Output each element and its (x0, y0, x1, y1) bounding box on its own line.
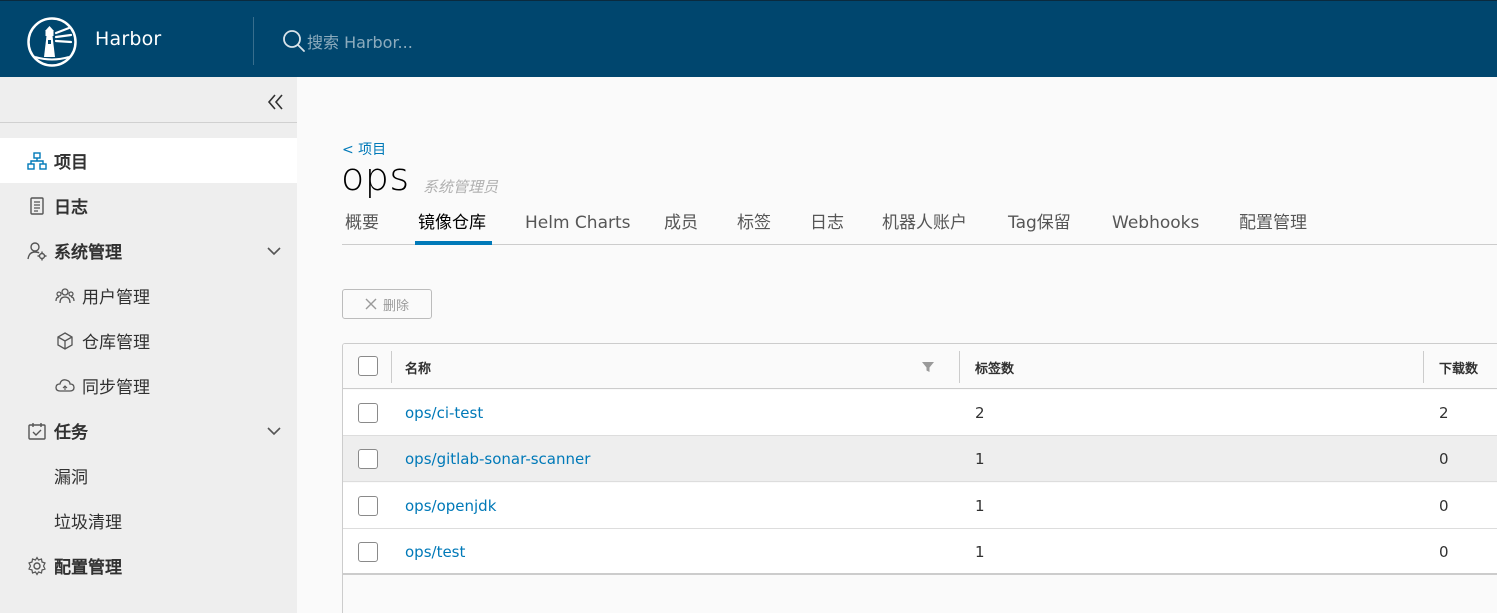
row-checkbox[interactable] (358, 403, 378, 423)
table-row[interactable]: ops/gitlab-sonar-scanner 1 0 (343, 436, 1497, 482)
top-header: Harbor (0, 0, 1497, 77)
tab-logs[interactable]: 日志 (810, 207, 844, 245)
repository-table: 名称 标签数 下载数 ops/ci-test 2 2 ops/gitlab-so… (342, 343, 1497, 613)
search-icon (283, 30, 305, 52)
project-role: 系统管理员 (423, 178, 499, 196)
sidebar-item-config[interactable]: 配置管理 (0, 543, 297, 588)
repository-name-link[interactable]: ops/test (405, 543, 465, 561)
close-icon (365, 298, 377, 310)
pull-count: 2 (1439, 404, 1449, 422)
users-icon (55, 286, 75, 306)
sidebar-item-admin[interactable]: 系统管理 (0, 228, 297, 273)
column-separator (959, 351, 960, 383)
logs-icon (27, 196, 47, 216)
sidebar-item-label: 任务 (54, 423, 88, 443)
sidebar-item-projects[interactable]: 项目 (0, 138, 297, 183)
sidebar-item-users[interactable]: 用户管理 (0, 273, 297, 318)
sidebar-divider (0, 122, 297, 123)
tag-count: 2 (975, 404, 985, 422)
sidebar-item-label: 仓库管理 (82, 333, 150, 353)
row-checkbox[interactable] (358, 496, 378, 516)
tab-helm-charts[interactable]: Helm Charts (525, 207, 631, 245)
admin-icon (27, 241, 47, 261)
app-brand[interactable]: Harbor (95, 28, 161, 50)
tab-summary[interactable]: 概要 (345, 207, 379, 245)
tab-repositories[interactable]: 镜像仓库 (418, 207, 486, 245)
sidebar-item-label: 项目 (54, 153, 88, 173)
column-separator (391, 351, 392, 383)
tasks-icon (27, 421, 47, 441)
replication-icon (55, 376, 75, 396)
sidebar-item-replications[interactable]: 同步管理 (0, 363, 297, 408)
tab-tag-retention[interactable]: Tag保留 (1008, 207, 1071, 245)
sidebar-item-tasks[interactable]: 任务 (0, 408, 297, 453)
delete-label: 删除 (382, 298, 409, 314)
active-tab-indicator (415, 241, 492, 245)
table-header: 名称 标签数 下载数 (343, 344, 1497, 389)
repository-name-link[interactable]: ops/ci-test (405, 404, 483, 422)
tab-members[interactable]: 成员 (664, 207, 698, 245)
sidebar-item-label: 系统管理 (54, 243, 122, 263)
column-header-tags[interactable]: 标签数 (975, 358, 1014, 377)
registry-icon (55, 331, 75, 351)
chevron-down-icon[interactable] (264, 421, 284, 441)
column-header-name[interactable]: 名称 (405, 358, 431, 377)
filter-icon[interactable] (921, 360, 935, 374)
sidebar-item-label: 配置管理 (54, 558, 122, 578)
tab-webhooks[interactable]: Webhooks (1112, 207, 1199, 245)
header-divider (253, 17, 254, 65)
collapse-sidebar-icon[interactable] (262, 89, 288, 115)
search-input[interactable] (307, 29, 707, 55)
sidebar-item-label: 日志 (54, 198, 88, 218)
tab-labels[interactable]: 标签 (737, 207, 771, 245)
project-tabs: 概要 镜像仓库 Helm Charts 成员 标签 日志 机器人账户 Tag保留… (342, 207, 1497, 245)
column-separator (1423, 351, 1424, 383)
sidebar-item-label: 用户管理 (82, 288, 150, 308)
sidebar-item-logs[interactable]: 日志 (0, 183, 297, 228)
delete-button[interactable]: 删除 (342, 289, 432, 319)
sidebar-item-vulnerability[interactable]: 漏洞 (0, 453, 297, 498)
sidebar-item-gc[interactable]: 垃圾清理 (0, 498, 297, 543)
row-checkbox[interactable] (358, 449, 378, 469)
gear-icon (27, 555, 47, 576)
sidebar-item-registries[interactable]: 仓库管理 (0, 318, 297, 363)
repository-name-link[interactable]: ops/openjdk (405, 497, 496, 515)
table-row[interactable]: ops/ci-test 2 2 (343, 390, 1497, 436)
tag-count: 1 (975, 450, 985, 468)
tab-robot-accounts[interactable]: 机器人账户 (882, 207, 967, 245)
chevron-down-icon[interactable] (264, 241, 284, 261)
table-row[interactable]: ops/openjdk 1 0 (343, 483, 1497, 529)
select-all-checkbox[interactable] (358, 356, 378, 376)
sidebar-item-label: 同步管理 (82, 378, 150, 398)
pull-count: 0 (1439, 543, 1449, 561)
row-checkbox[interactable] (358, 542, 378, 562)
pull-count: 0 (1439, 450, 1449, 468)
harbor-logo-icon[interactable] (27, 17, 77, 67)
main-content: < 项目 ops 系统管理员 概要 镜像仓库 Helm Charts 成员 标签… (297, 77, 1497, 613)
table-row[interactable]: ops/test 1 0 (343, 529, 1497, 575)
projects-icon (27, 151, 47, 171)
column-header-pulls[interactable]: 下载数 (1439, 358, 1478, 377)
project-title: ops (341, 155, 410, 199)
sidebar-item-label: 漏洞 (54, 468, 88, 488)
repository-name-link[interactable]: ops/gitlab-sonar-scanner (405, 450, 590, 468)
tag-count: 1 (975, 497, 985, 515)
pull-count: 0 (1439, 497, 1449, 515)
sidebar: 项目 日志 系统管理 用户管理 仓库管理 同步管理 任务 漏洞 垃圾清理 配置管… (0, 77, 297, 613)
tag-count: 1 (975, 543, 985, 561)
sidebar-item-label: 垃圾清理 (54, 513, 122, 533)
tab-configuration[interactable]: 配置管理 (1239, 207, 1307, 245)
